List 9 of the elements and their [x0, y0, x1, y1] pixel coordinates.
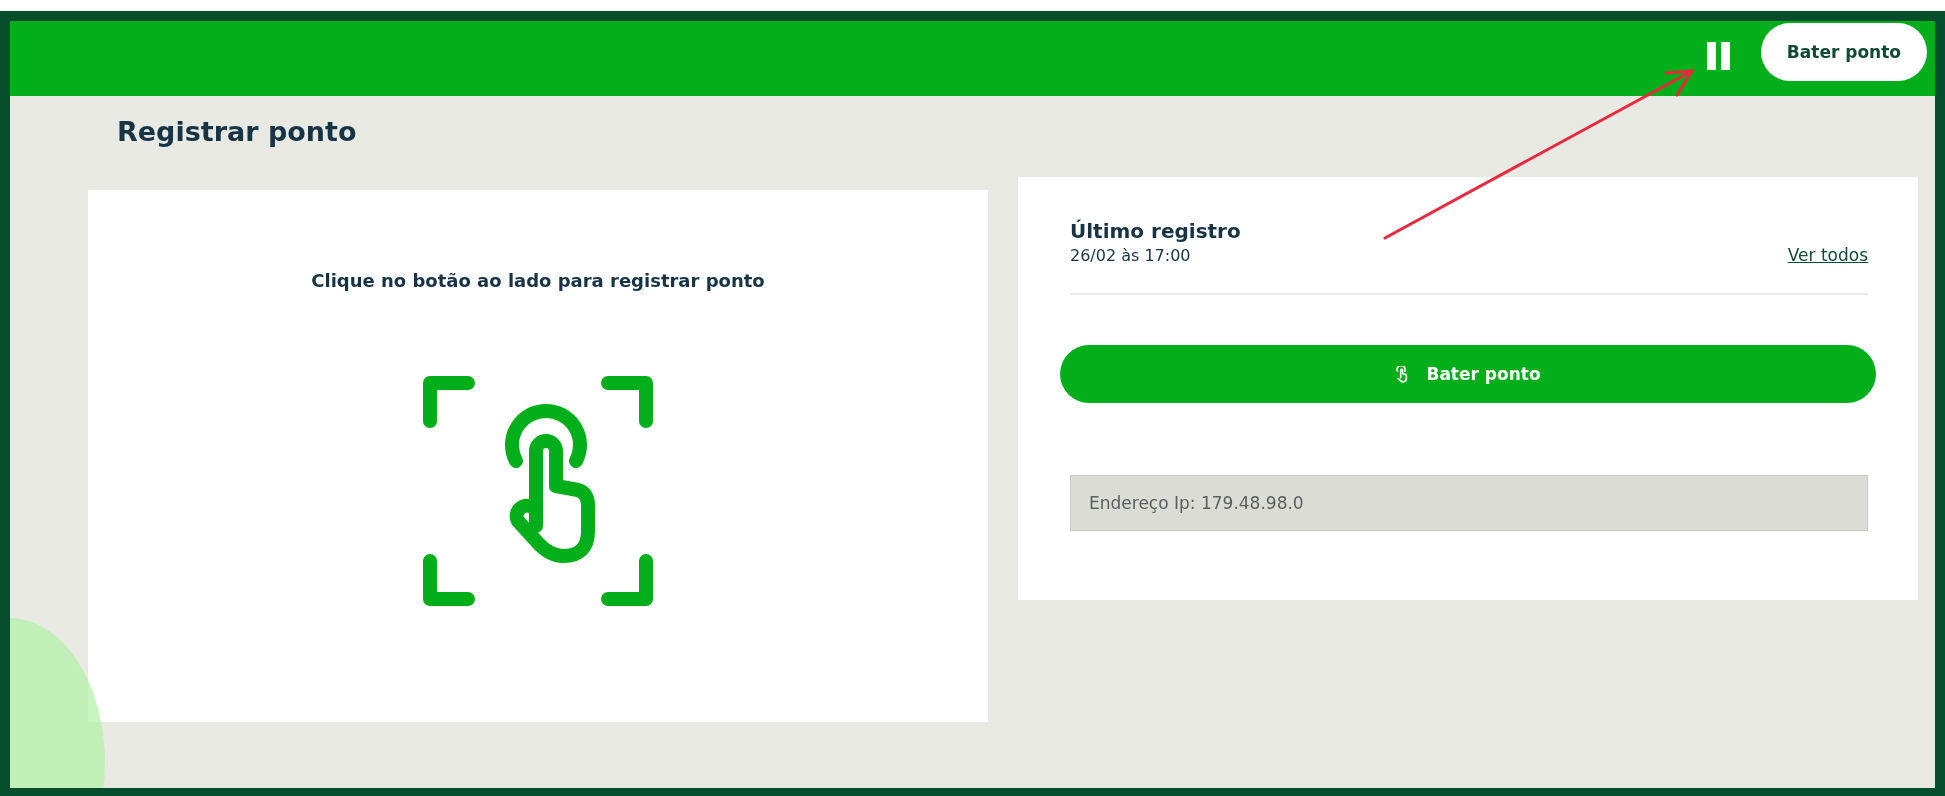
last-record-time: 26/02 às 17:00 [1070, 246, 1192, 265]
page-title: Registrar ponto [117, 116, 358, 147]
touch-icon [1395, 365, 1409, 383]
bater-ponto-button[interactable]: Bater ponto [1760, 22, 1927, 81]
pause-icon[interactable] [1706, 41, 1731, 70]
last-record-title: Último registro [1070, 219, 1241, 243]
instruction-text: Clique no botão ao lado para registrar ponto [311, 270, 765, 291]
ip-address-field: Endereço Ip: 179.48.98.0 [1070, 475, 1868, 531]
ver-todos-link[interactable]: Ver todos [1787, 245, 1868, 265]
